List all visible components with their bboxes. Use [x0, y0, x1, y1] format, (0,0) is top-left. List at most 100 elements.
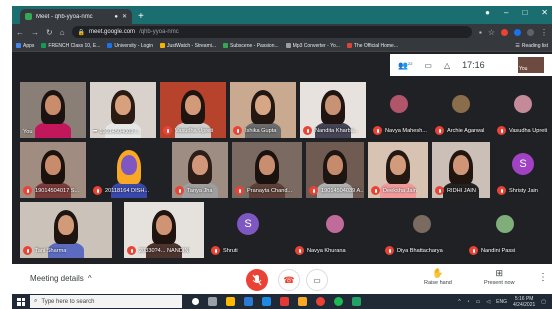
excel-icon[interactable]: [352, 297, 361, 306]
participant-label: 19014504017 S...: [23, 186, 79, 195]
home-icon[interactable]: ⌂: [60, 28, 65, 37]
participant-name: Deeksha Jain: [383, 187, 417, 194]
notifications-icon[interactable]: ▢: [541, 299, 546, 305]
back-arrow-icon[interactable]: ←: [16, 28, 24, 37]
app-icon[interactable]: [298, 297, 307, 306]
participant-tile[interactable]: 19014504039 A...: [306, 142, 364, 198]
battery-icon[interactable]: ▭: [476, 299, 481, 305]
participant-tile[interactable]: Deeksha Jain: [368, 142, 428, 198]
camera-toggle-button[interactable]: ▭: [306, 269, 328, 291]
browser-tab[interactable]: Meet - qhb-yyoa-nmc ● ✕: [20, 9, 132, 24]
bookmark-item[interactable]: FRENCH Class 10, E...: [41, 43, 100, 49]
microphone-toggle-button[interactable]: [246, 269, 268, 291]
file-explorer-icon[interactable]: [226, 297, 235, 306]
participant-tile[interactable]: Vasudha Upreti: [160, 82, 226, 138]
volume-icon[interactable]: ◁: [486, 299, 490, 305]
bookmark-item[interactable]: Apps: [16, 43, 34, 49]
bookmark-favicon-icon: [160, 43, 166, 48]
participant-tile[interactable]: Navya Mahesh...: [370, 82, 428, 138]
cortana-icon[interactable]: [192, 298, 199, 305]
tray-chevron-icon[interactable]: ^: [458, 299, 460, 305]
minimize-button[interactable]: –: [504, 8, 508, 17]
participant-tile[interactable]: Tanya Jha: [172, 142, 228, 198]
participant-name: Nandita Kharba...: [315, 127, 359, 134]
participant-name: Archie Agarwal: [447, 127, 485, 134]
tab-audio-icon[interactable]: ●: [114, 14, 118, 20]
participant-label: Nandita Kharba...: [303, 126, 359, 135]
search-icon: ⌕: [34, 298, 38, 304]
tab-close-icon[interactable]: ✕: [122, 13, 127, 20]
present-now-button[interactable]: ⊞ Present now: [484, 268, 515, 286]
participant-tile[interactable]: Archie Agarwal: [432, 82, 490, 138]
close-window-button[interactable]: ✕: [541, 8, 548, 17]
profile-avatar[interactable]: [527, 28, 534, 36]
raise-hand-button[interactable]: ✋ Raise hand: [424, 268, 452, 286]
participant-name: 20330?4... NANDINI: [139, 247, 190, 254]
participant-label: Navya Khurana: [295, 246, 346, 255]
new-tab-button[interactable]: +: [138, 10, 144, 24]
participant-tile[interactable]: Vasudha Upreti: [494, 82, 552, 138]
network-icon[interactable]: ◔: [467, 299, 470, 305]
mic-muted-icon: [163, 126, 172, 135]
edge-icon[interactable]: [262, 297, 271, 306]
language-indicator[interactable]: ENG: [496, 299, 507, 305]
participant-tile[interactable]: Ishika Gupta: [230, 82, 296, 138]
taskbar-clock[interactable]: 5:16 PM 4/24/2021: [513, 296, 535, 308]
chat-icon[interactable]: ▭: [424, 61, 432, 70]
store-icon[interactable]: [244, 297, 253, 306]
participant-tile[interactable]: 19014504017 S...: [20, 142, 86, 198]
window-extension-icon[interactable]: ●: [485, 8, 490, 17]
mic-muted-icon: [497, 186, 506, 195]
participant-tile[interactable]: S Shristy Jain: [494, 142, 552, 198]
reading-list[interactable]: ☰ Reading list: [515, 43, 548, 49]
meeting-details-button[interactable]: Meeting details ^: [30, 274, 92, 283]
bookmark-favicon-icon: [346, 43, 352, 48]
participant-label: You: [23, 129, 32, 135]
self-view-thumbnail[interactable]: You: [518, 57, 544, 73]
participant-label: Tani Sharma: [23, 246, 66, 255]
participant-tile[interactable]: ••• 19014504009 I...: [90, 82, 156, 138]
participant-tile[interactable]: S Shruti: [208, 202, 288, 258]
app-icon[interactable]: [280, 297, 289, 306]
mic-muted-icon: [23, 186, 32, 195]
bookmark-item[interactable]: University - Login: [107, 43, 153, 49]
chrome-icon[interactable]: [316, 297, 325, 306]
more-options-icon[interactable]: •••: [93, 129, 97, 135]
star-icon[interactable]: ☆: [488, 28, 495, 37]
reload-icon[interactable]: ↻: [46, 28, 53, 37]
people-icon[interactable]: 👥22: [398, 61, 412, 70]
participant-tile[interactable]: You: [20, 82, 86, 138]
participant-label: Nandini Passi: [469, 246, 515, 255]
url-path: /qhb-yyoa-nmc: [139, 29, 179, 35]
more-options-icon[interactable]: ⋮: [538, 272, 548, 283]
maximize-button[interactable]: □: [522, 8, 527, 17]
mic-muted-icon: [235, 186, 244, 195]
participant-tile[interactable]: Tani Sharma: [20, 202, 112, 258]
taskbar-search[interactable]: ⌕ Type here to search: [30, 295, 182, 308]
participant-tile[interactable]: 20118164 DISH...: [90, 142, 168, 198]
participant-name: 19014504017 S...: [35, 187, 80, 194]
participant-tile[interactable]: Pranayta Chand...: [232, 142, 302, 198]
participant-tile[interactable]: Nandini Passi: [466, 202, 544, 258]
activities-icon[interactable]: △: [444, 61, 450, 70]
address-bar[interactable]: 🔒 meet.google.com/qhb-yyoa-nmc: [71, 26, 472, 38]
participant-name: 19014504039 A...: [321, 187, 363, 194]
bookmark-item[interactable]: JustWatch - Streami...: [160, 43, 216, 49]
bookmark-item[interactable]: Subscene - Passion...: [223, 43, 279, 49]
extension-icon[interactable]: [514, 28, 521, 36]
bookmark-item[interactable]: The Official Home...: [346, 43, 398, 49]
leave-call-button[interactable]: ☎: [278, 269, 300, 291]
forward-arrow-icon[interactable]: →: [31, 28, 39, 37]
participant-tile[interactable]: Nandita Kharba...: [300, 82, 366, 138]
spotify-icon[interactable]: [334, 297, 343, 306]
menu-kebab-icon[interactable]: ⋮: [540, 28, 548, 37]
start-button[interactable]: [12, 297, 30, 306]
task-view-icon[interactable]: [208, 297, 217, 306]
participant-tile[interactable]: RIDHI JAIN: [432, 142, 490, 198]
participant-tile[interactable]: Diya Bhattacharya: [382, 202, 462, 258]
extension-icon[interactable]: [501, 28, 508, 36]
camera-icon[interactable]: ▪: [479, 28, 482, 37]
participant-tile[interactable]: Navya Khurana: [292, 202, 378, 258]
participant-tile[interactable]: 20330?4... NANDINI: [124, 202, 204, 258]
bookmark-item[interactable]: Mp3 Converter - Yo...: [285, 43, 340, 49]
